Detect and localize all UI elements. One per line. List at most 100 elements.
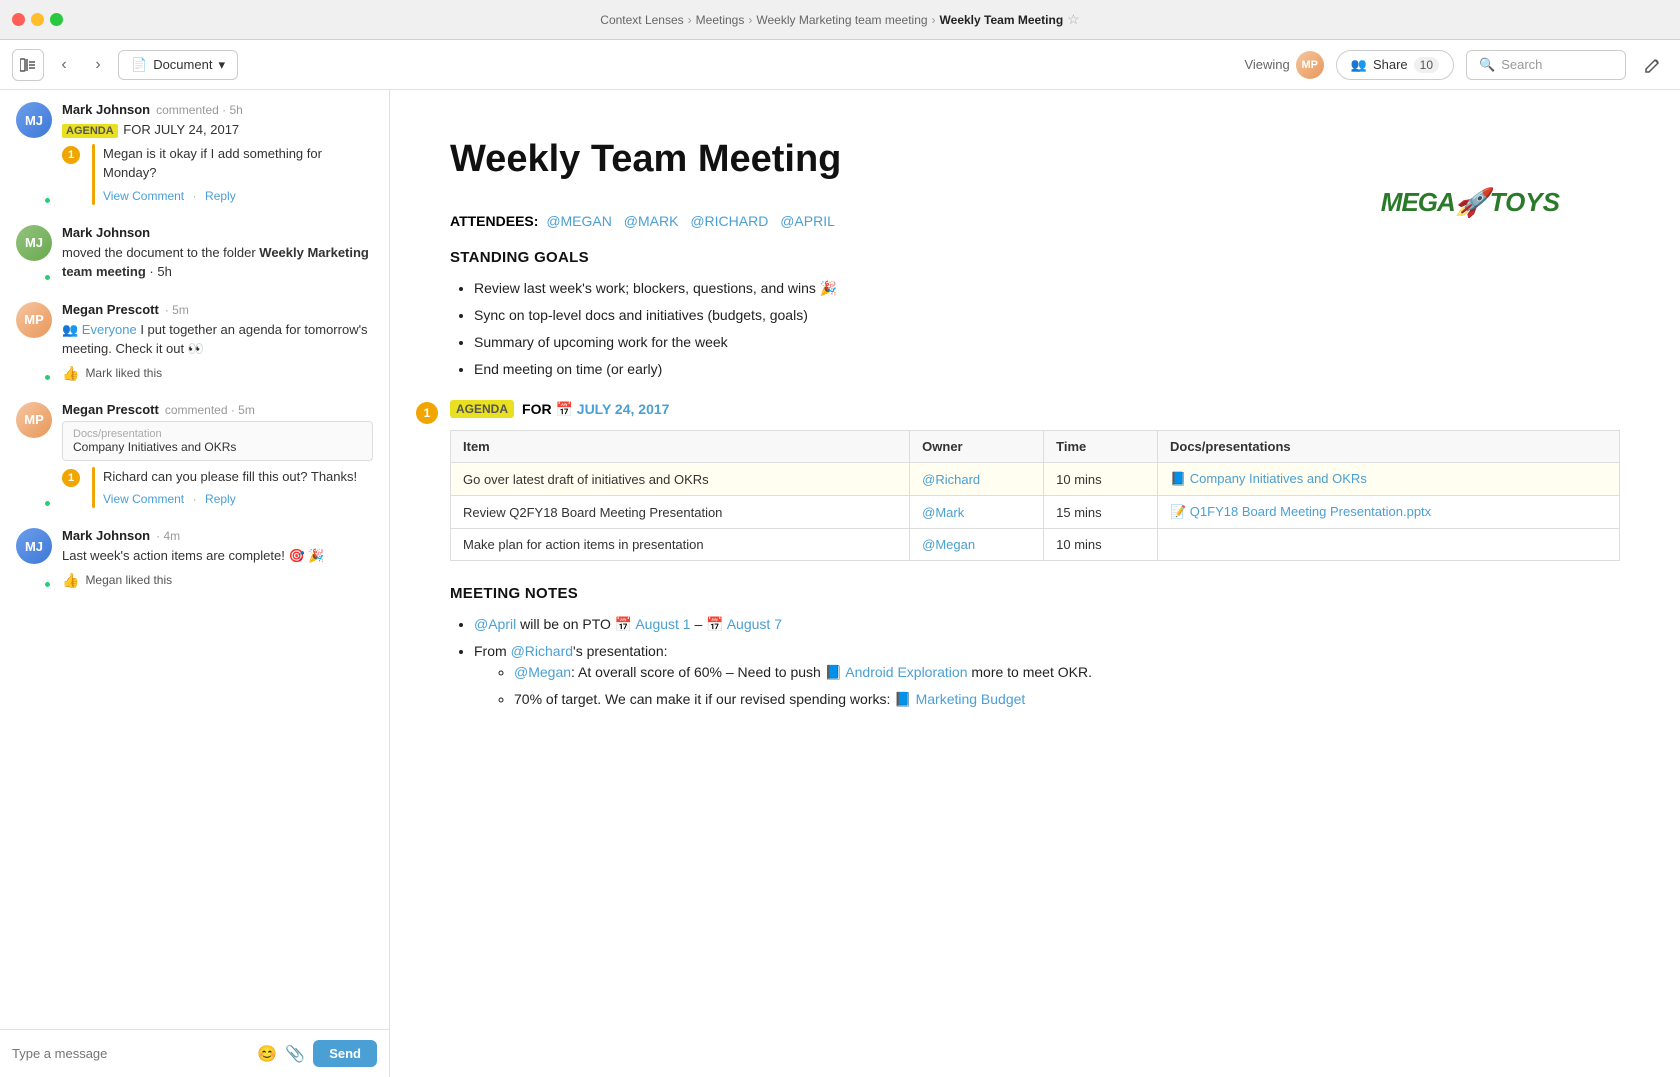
list-item: Sync on top-level docs and initiatives (…: [474, 305, 1620, 326]
marketing-budget-link[interactable]: Marketing Budget: [916, 691, 1026, 707]
agenda-for-text: FOR JULY 24, 2017: [123, 122, 239, 137]
chat-message: MP Megan Prescott commented · 5m Docs/pr…: [16, 402, 373, 509]
list-item: @Megan: At overall score of 60% – Need t…: [514, 662, 1620, 683]
mention: 👥 Everyone: [62, 322, 137, 337]
chat-content: Mark Johnson moved the document to the f…: [62, 225, 373, 282]
doc-name: Company Initiatives and OKRs: [73, 440, 362, 454]
agenda-section: 1 AGENDA FOR 📅 JULY 24, 2017 Item Owner …: [450, 400, 1620, 561]
april-link[interactable]: @April: [474, 616, 516, 632]
send-button[interactable]: Send: [313, 1040, 377, 1067]
doc-card: Docs/presentation Company Initiatives an…: [62, 421, 373, 461]
chat-author: Megan Prescott: [62, 302, 159, 317]
chat-input-area: 😊 📎 Send: [0, 1029, 389, 1077]
richard-link[interactable]: @Richard: [511, 643, 573, 659]
agenda-heading: AGENDA FOR 📅 JULY 24, 2017: [450, 400, 1620, 418]
emoji-icon[interactable]: 😊: [257, 1044, 277, 1064]
maximize-button[interactable]: [50, 13, 63, 26]
document-area: Weekly Team Meeting MEGA 🚀 TOYS ATTENDEE…: [390, 90, 1680, 1077]
table-cell-doc: [1158, 529, 1620, 561]
breadcrumb-separator: ›: [688, 13, 692, 27]
like-text: Mark liked this: [85, 366, 162, 380]
chat-author: Megan Prescott: [62, 402, 159, 417]
attendee-richard[interactable]: @RICHARD: [690, 213, 768, 229]
share-button[interactable]: 👥 Share 10: [1336, 50, 1454, 80]
comment-actions: View Comment · Reply: [103, 187, 373, 205]
avatar: MP: [16, 302, 52, 338]
avatar: MJ: [16, 225, 52, 261]
list-item: @April will be on PTO 📅 August 1 – 📅 Aug…: [474, 614, 1620, 635]
online-indicator: [43, 499, 52, 508]
aug7-link[interactable]: August 7: [727, 616, 782, 632]
avatar: MJ: [16, 528, 52, 564]
view-comment-link[interactable]: View Comment: [103, 189, 184, 203]
document-label: Document: [153, 57, 212, 72]
comment-with-bar: 1 Richard can you please fill this out? …: [62, 467, 373, 509]
search-box[interactable]: 🔍 Search: [1466, 50, 1626, 80]
breadcrumb-item[interactable]: Weekly Marketing team meeting: [756, 13, 927, 27]
aug1-link[interactable]: August 1: [635, 616, 690, 632]
avatar: MP: [16, 402, 52, 438]
list-item: Review last week's work; blockers, quest…: [474, 278, 1620, 299]
traffic-lights: [12, 13, 63, 26]
comment-body: Richard can you please fill this out? Th…: [103, 467, 357, 509]
like-icon: 👍: [62, 572, 79, 589]
comment-number: 1: [62, 469, 80, 487]
forward-button[interactable]: ›: [84, 51, 112, 79]
reply-link[interactable]: Reply: [205, 492, 236, 506]
chat-sidebar: MJ Mark Johnson commented · 5h AGENDA FO…: [0, 90, 390, 1077]
like-icon: 👍: [62, 365, 79, 382]
chat-header: Mark Johnson · 4m: [62, 528, 373, 543]
document-title: Weekly Team Meeting: [450, 138, 1620, 181]
edit-button[interactable]: [1638, 50, 1668, 80]
table-row: Make plan for action items in presentati…: [451, 529, 1620, 561]
breadcrumb-item[interactable]: Context Lenses: [600, 13, 683, 27]
list-item: End meeting on time (or early): [474, 359, 1620, 380]
agenda-date-link[interactable]: 📅 JULY 24, 2017: [555, 401, 669, 417]
toolbar: ‹ › 📄 Document ▾ Viewing MP 👥 Share 10 🔍…: [0, 40, 1680, 90]
table-cell-doc: 📘 Company Initiatives and OKRs: [1158, 463, 1620, 496]
sub-list: @Megan: At overall score of 60% – Need t…: [514, 662, 1620, 710]
view-comment-link[interactable]: View Comment: [103, 492, 184, 506]
attendees-label: ATTENDEES:: [450, 213, 538, 229]
reply-link[interactable]: Reply: [205, 189, 236, 203]
notes-list: @April will be on PTO 📅 August 1 – 📅 Aug…: [474, 614, 1620, 710]
chat-text: Last week's action items are complete! 🎯…: [62, 546, 373, 566]
android-link[interactable]: Android Exploration: [845, 664, 967, 680]
attendee-mark[interactable]: @MARK: [624, 213, 679, 229]
title-bar: Context Lenses › Meetings › Weekly Marke…: [0, 0, 1680, 40]
table-cell-item: Go over latest draft of initiatives and …: [451, 463, 910, 496]
chat-input[interactable]: [12, 1046, 249, 1061]
back-button[interactable]: ‹: [50, 51, 78, 79]
chat-author: Mark Johnson: [62, 102, 150, 117]
breadcrumb-item[interactable]: Meetings: [696, 13, 745, 27]
breadcrumb-separator: ›: [932, 13, 936, 27]
share-count: 10: [1414, 57, 1439, 73]
sidebar-toggle-button[interactable]: [12, 49, 44, 81]
table-row: Review Q2FY18 Board Meeting Presentation…: [451, 496, 1620, 529]
star-icon[interactable]: ☆: [1067, 11, 1080, 28]
table-cell-time: 10 mins: [1044, 529, 1158, 561]
document-button[interactable]: 📄 Document ▾: [118, 50, 238, 80]
table-header-docs: Docs/presentations: [1158, 431, 1620, 463]
chat-header: Megan Prescott commented · 5m: [62, 402, 373, 417]
agenda-badge: AGENDA: [62, 124, 118, 138]
attendee-megan[interactable]: @MEGAN: [546, 213, 612, 229]
megan-link[interactable]: @Megan: [514, 664, 571, 680]
table-cell-owner: @Mark: [910, 496, 1044, 529]
attach-icon[interactable]: 📎: [285, 1044, 305, 1064]
agenda-for-text: FOR 📅 JULY 24, 2017: [522, 401, 669, 418]
minimize-button[interactable]: [31, 13, 44, 26]
viewing-section: Viewing MP: [1244, 51, 1323, 79]
online-indicator: [43, 196, 52, 205]
document-icon: 📄: [131, 57, 147, 73]
toolbar-right: Viewing MP 👥 Share 10 🔍 Search: [1244, 50, 1668, 80]
chat-header: Mark Johnson: [62, 225, 373, 240]
attendee-april[interactable]: @APRIL: [780, 213, 835, 229]
close-button[interactable]: [12, 13, 25, 26]
doc-header: Weekly Team Meeting MEGA 🚀 TOYS: [450, 138, 1620, 181]
chat-message: MJ Mark Johnson · 4m Last week's action …: [16, 528, 373, 589]
search-icon: 🔍: [1479, 57, 1495, 73]
chat-content: Megan Prescott · 5m 👥 Everyone I put tog…: [62, 302, 373, 382]
breadcrumb: Context Lenses › Meetings › Weekly Marke…: [600, 11, 1079, 28]
chat-message: MJ Mark Johnson moved the document to th…: [16, 225, 373, 282]
